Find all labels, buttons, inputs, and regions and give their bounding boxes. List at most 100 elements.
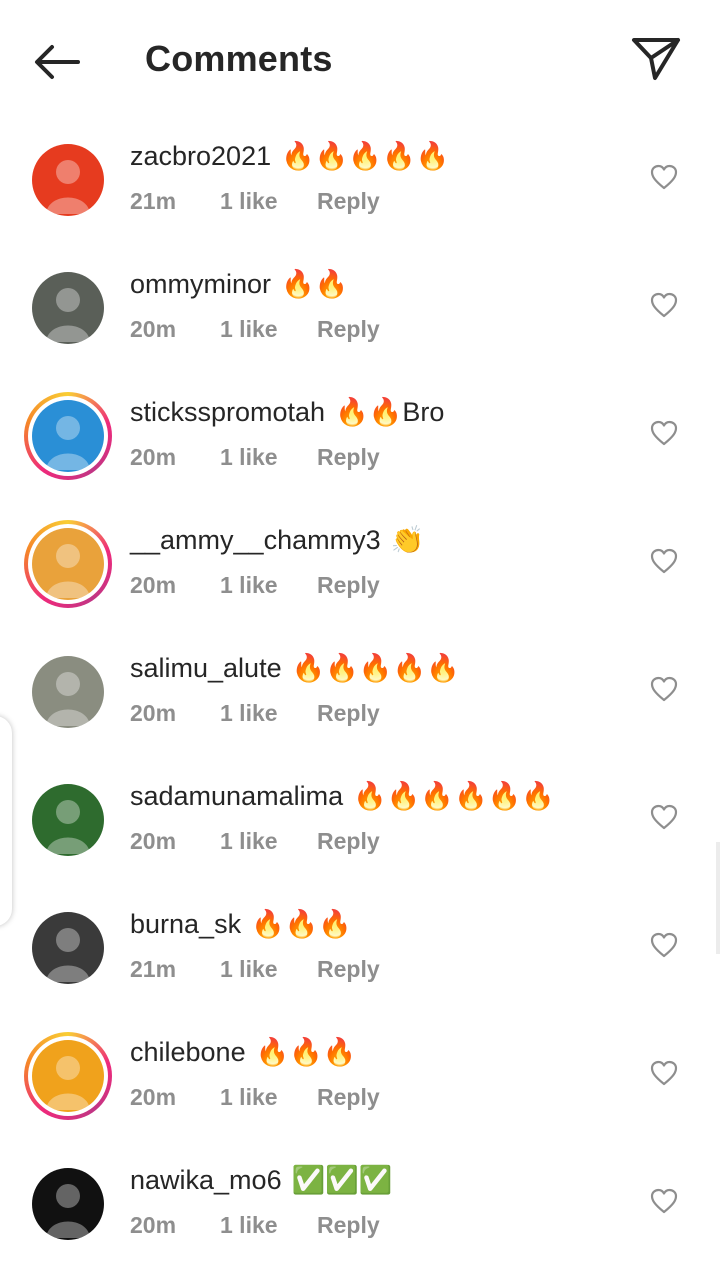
avatar-image — [32, 784, 104, 856]
comment-meta: 21m 1 like Reply — [130, 956, 380, 983]
comment-username[interactable]: chilebone — [130, 1037, 246, 1067]
comment-list: zacbro2021 🔥🔥🔥🔥🔥 21m 1 like Reply ommyminor… — [0, 120, 720, 1272]
avatar-image — [32, 272, 104, 344]
reply-button[interactable]: Reply — [317, 1212, 380, 1239]
comment-line: sadamunamalima 🔥🔥🔥🔥🔥🔥 — [130, 780, 555, 812]
comment-time: 20m — [130, 700, 177, 726]
reply-button[interactable]: Reply — [317, 700, 380, 727]
scrollbar[interactable] — [716, 842, 720, 954]
comment-line: chilebone 🔥🔥🔥 — [130, 1036, 356, 1068]
like-button[interactable] — [650, 932, 678, 958]
avatar-image — [32, 144, 104, 216]
heart-outline-icon — [650, 676, 678, 702]
comment-username[interactable]: sticksspromotah — [130, 397, 325, 427]
comment-row: burna_sk 🔥🔥🔥 21m 1 like Reply — [0, 888, 720, 1016]
comment-line: burna_sk 🔥🔥🔥 — [130, 908, 352, 940]
comment-likes[interactable]: 1 like — [220, 444, 317, 471]
avatar[interactable] — [32, 784, 104, 856]
comment-username[interactable]: ommyminor — [130, 269, 271, 299]
like-button[interactable] — [650, 804, 678, 830]
paper-plane-icon — [632, 38, 680, 80]
comment-row: sticksspromotah 🔥🔥Bro 20m 1 like Reply — [0, 376, 720, 504]
avatar[interactable] — [32, 912, 104, 984]
avatar-image — [32, 528, 104, 600]
avatar-image — [32, 656, 104, 728]
heart-outline-icon — [650, 548, 678, 574]
heart-outline-icon — [650, 1188, 678, 1214]
comment-line: zacbro2021 🔥🔥🔥🔥🔥 — [130, 140, 449, 172]
reply-button[interactable]: Reply — [317, 828, 380, 855]
comment-likes[interactable]: 1 like — [220, 1212, 317, 1239]
page-title: Comments — [145, 38, 333, 79]
comment-likes[interactable]: 1 like — [220, 700, 317, 727]
comment-time: 20m — [130, 572, 177, 598]
comment-text: 🔥🔥 — [281, 269, 349, 299]
reply-button[interactable]: Reply — [317, 316, 380, 343]
comment-meta: 20m 1 like Reply — [130, 1212, 380, 1239]
comment-text: 🔥🔥Bro — [335, 397, 445, 427]
comment-username[interactable]: sadamunamalima — [130, 781, 343, 811]
share-button[interactable] — [626, 30, 686, 86]
comment-meta: 21m 1 like Reply — [130, 188, 380, 215]
heart-outline-icon — [650, 932, 678, 958]
avatar[interactable] — [24, 1032, 112, 1120]
like-button[interactable] — [650, 420, 678, 446]
like-button[interactable] — [650, 548, 678, 574]
comment-row: zacbro2021 🔥🔥🔥🔥🔥 21m 1 like Reply — [0, 120, 720, 248]
comment-row: nawika_mo6 ✅✅✅ 20m 1 like Reply — [0, 1144, 720, 1272]
comment-username[interactable]: zacbro2021 — [130, 141, 271, 171]
avatar-image — [32, 1168, 104, 1240]
comment-text: 🔥🔥🔥 — [251, 909, 352, 939]
avatar[interactable] — [32, 144, 104, 216]
like-button[interactable] — [650, 292, 678, 318]
arrow-left-icon — [35, 45, 80, 79]
comment-likes[interactable]: 1 like — [220, 572, 317, 599]
comment-meta: 20m 1 like Reply — [130, 700, 380, 727]
avatar[interactable] — [32, 1168, 104, 1240]
avatar-image — [32, 1040, 104, 1112]
avatar[interactable] — [32, 656, 104, 728]
comment-row: __ammy__chammy3 👏 20m 1 like Reply — [0, 504, 720, 632]
comment-meta: 20m 1 like Reply — [130, 444, 380, 471]
floating-side-panel[interactable] — [0, 716, 12, 926]
comment-line: sticksspromotah 🔥🔥Bro — [130, 396, 444, 428]
comment-time: 21m — [130, 956, 177, 982]
comment-username[interactable]: __ammy__chammy3 — [130, 525, 381, 555]
comment-text: 👏 — [390, 525, 425, 555]
comment-username[interactable]: nawika_mo6 — [130, 1165, 282, 1195]
comment-time: 20m — [130, 444, 177, 470]
reply-button[interactable]: Reply — [317, 444, 380, 471]
comment-username[interactable]: salimu_alute — [130, 653, 282, 683]
avatar-image — [32, 912, 104, 984]
back-button[interactable] — [28, 34, 84, 90]
reply-button[interactable]: Reply — [317, 572, 380, 599]
comment-line: __ammy__chammy3 👏 — [130, 524, 424, 556]
avatar[interactable] — [32, 272, 104, 344]
comment-likes[interactable]: 1 like — [220, 1084, 317, 1111]
top-bar: Comments — [0, 0, 720, 120]
avatar[interactable] — [24, 520, 112, 608]
like-button[interactable] — [650, 1060, 678, 1086]
comment-username[interactable]: burna_sk — [130, 909, 241, 939]
comment-row: sadamunamalima 🔥🔥🔥🔥🔥🔥 20m 1 like Reply — [0, 760, 720, 888]
comment-meta: 20m 1 like Reply — [130, 828, 380, 855]
comment-line: nawika_mo6 ✅✅✅ — [130, 1164, 392, 1196]
like-button[interactable] — [650, 676, 678, 702]
comment-likes[interactable]: 1 like — [220, 188, 317, 215]
comment-row: salimu_alute 🔥🔥🔥🔥🔥 20m 1 like Reply — [0, 632, 720, 760]
comment-text: ✅✅✅ — [291, 1165, 393, 1195]
comment-time: 20m — [130, 1212, 177, 1238]
avatar[interactable] — [24, 392, 112, 480]
comment-row: chilebone 🔥🔥🔥 20m 1 like Reply — [0, 1016, 720, 1144]
comment-likes[interactable]: 1 like — [220, 316, 317, 343]
like-button[interactable] — [650, 164, 678, 190]
reply-button[interactable]: Reply — [317, 956, 380, 983]
comment-meta: 20m 1 like Reply — [130, 1084, 380, 1111]
comment-text: 🔥🔥🔥🔥🔥 — [291, 653, 460, 683]
comment-likes[interactable]: 1 like — [220, 956, 317, 983]
like-button[interactable] — [650, 1188, 678, 1214]
reply-button[interactable]: Reply — [317, 1084, 380, 1111]
reply-button[interactable]: Reply — [317, 188, 380, 215]
comment-likes[interactable]: 1 like — [220, 828, 317, 855]
heart-outline-icon — [650, 804, 678, 830]
